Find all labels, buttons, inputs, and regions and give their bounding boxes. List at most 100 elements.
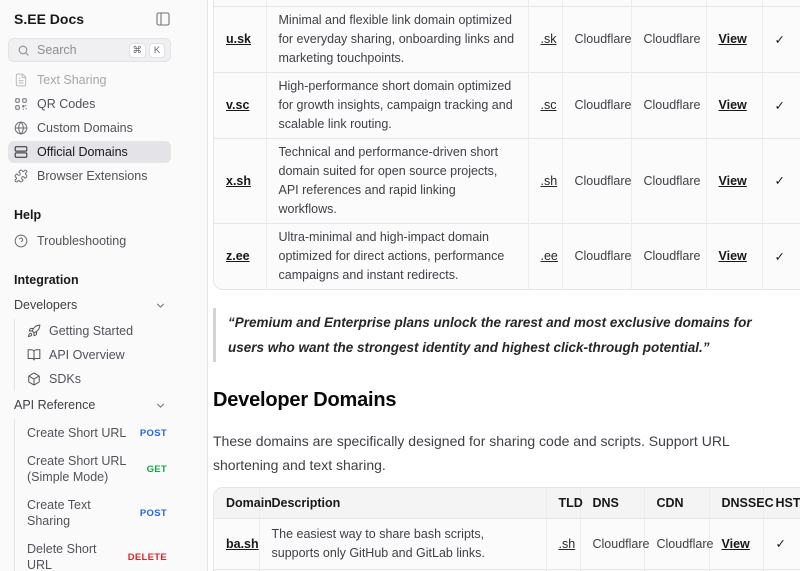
domain-link[interactable]: v.sc [226,98,249,112]
method-badge: GET [147,464,167,475]
domain-link[interactable]: u.sk [226,32,251,46]
group-label-text: Developers [14,298,77,312]
dns-value: Cloudflare [562,138,631,223]
app-title: S.EE Docs [14,11,84,27]
sidebar-item-label: Create Text Sharing [27,497,134,529]
sidebar-item-label: Official Domains [37,145,128,159]
sidebar-item-label: SDKs [49,372,81,386]
group-label-text: API Reference [14,398,95,412]
sidebar-item-browser-extensions[interactable]: Browser Extensions [8,165,171,187]
kbd-k: K [149,43,165,58]
dnssec-view-link[interactable]: View [722,537,750,551]
sidebar-item-create-short-url[interactable]: Create Short URL POST [23,419,171,447]
sidebar-item-sdks[interactable]: SDKs [23,367,171,391]
domain-description: Ultra-minimal and high-impact domain opt… [266,223,528,289]
api-reference-sub-list: Create Short URL POST Create Short URL (… [14,419,171,571]
dnssec-view-link[interactable]: View [719,174,747,188]
sidebar-item-qr-codes[interactable]: QR Codes [8,93,171,115]
column-header-tld: TLD [546,488,580,519]
column-header-domain: Domain [214,488,259,519]
search-placeholder: Search [37,43,126,57]
cdn-value: Cloudflare [631,72,706,138]
sidebar-item-label: API Overview [49,348,125,362]
group-api-reference[interactable]: API Reference [0,393,167,417]
help-circle-icon [14,234,28,248]
sidebar-item-official-domains[interactable]: Official Domains [8,141,171,163]
app-window: S.EE Docs Search ⌘ K Text Sharing QR Cod… [0,0,800,571]
column-header-dns: DNS [580,488,644,519]
sidebar-item-label: Text Sharing [37,73,106,87]
main-content: u.sk Minimal and flexible link domain op… [208,0,800,571]
sidebar-item-create-text-sharing[interactable]: Create Text Sharing POST [23,491,171,535]
hsts-check-icon: ✓ [763,518,800,569]
cdn-value: Cloudflare [631,6,706,72]
table-row: z.ee Ultra-minimal and high-impact domai… [214,223,800,289]
book-open-icon [27,348,41,362]
domain-description: High-performance short domain optimized … [266,72,528,138]
tld-link[interactable]: .sc [541,98,557,112]
sidebar-item-label: Getting Started [49,324,133,338]
dns-value: Cloudflare [562,72,631,138]
sidebar-toggle-icon[interactable] [155,11,171,27]
section-heading-help: Help [0,208,207,222]
column-header-cdn: CDN [644,488,709,519]
dnssec-view-link[interactable]: View [719,98,747,112]
sidebar-item-getting-started[interactable]: Getting Started [23,319,171,343]
file-text-icon [14,73,28,87]
domain-link[interactable]: x.sh [226,174,251,188]
search-input[interactable]: Search ⌘ K [8,38,171,62]
domain-link[interactable]: ba.sh [226,537,259,551]
dns-value: Cloudflare [562,6,631,72]
tld-link[interactable]: .ee [541,249,558,263]
sidebar-item-delete-short-url[interactable]: Delete Short URL DELETE [23,535,171,571]
sidebar-item-label: Custom Domains [37,121,133,135]
section-heading-integration: Integration [0,273,207,287]
globe-icon [14,121,28,135]
tld-link[interactable]: .sk [541,32,557,46]
domain-link[interactable]: z.ee [226,249,250,263]
table-row: x.sh Technical and performance-driven sh… [214,138,800,223]
kbd-command: ⌘ [129,43,147,58]
table-header-row: Domain Description TLD DNS CDN DNSSEC HS… [214,488,800,519]
tld-link[interactable]: .sh [541,174,558,188]
sidebar-item-create-short-url-simple[interactable]: Create Short URL (Simple Mode) GET [23,447,171,491]
chevron-down-icon [154,399,167,412]
domain-description: The easiest way to share bash scripts, s… [259,518,546,569]
page-title: Developer Domains [213,389,800,412]
official-domains-table: u.sk Minimal and flexible link domain op… [213,0,800,290]
cdn-value: Cloudflare [631,138,706,223]
method-badge: POST [140,428,167,439]
intro-paragraph: These domains are specifically designed … [213,429,793,477]
hsts-check-icon: ✓ [762,223,800,289]
column-header-dnssec: DNSSEC [709,488,763,519]
sidebar-item-text-sharing[interactable]: Text Sharing [8,69,171,91]
sidebar-item-api-overview[interactable]: API Overview [23,343,171,367]
sidebar-item-label: QR Codes [37,97,95,111]
dns-value: Cloudflare [562,223,631,289]
developers-sub-list: Getting Started API Overview SDKs [14,319,171,391]
sidebar-item-label: Create Short URL (Simple Mode) [27,453,135,485]
dns-value: Cloudflare [580,518,644,569]
sidebar-item-troubleshooting[interactable]: Troubleshooting [8,230,171,252]
column-header-description: Description [259,488,546,519]
developer-domains-table: Domain Description TLD DNS CDN DNSSEC HS… [213,487,800,571]
group-developers[interactable]: Developers [0,293,167,317]
primary-nav: Text Sharing QR Codes Custom Domains Off… [8,69,171,187]
cdn-value: Cloudflare [631,223,706,289]
method-badge: POST [140,508,167,519]
hsts-check-icon: ✓ [762,138,800,223]
rocket-icon [27,324,41,338]
sidebar-item-custom-domains[interactable]: Custom Domains [8,117,171,139]
tld-link[interactable]: .sh [559,537,576,551]
sidebar-item-label: Browser Extensions [37,169,147,183]
premium-quote: “Premium and Enterprise plans unlock the… [213,308,791,362]
dnssec-view-link[interactable]: View [719,32,747,46]
method-badge: DELETE [128,552,167,563]
sidebar: S.EE Docs Search ⌘ K Text Sharing QR Cod… [0,0,208,571]
table-row: u.sk Minimal and flexible link domain op… [214,6,800,72]
search-icon [17,44,30,57]
chevron-down-icon [154,299,167,312]
sidebar-item-label: Create Short URL [27,425,126,441]
dnssec-view-link[interactable]: View [719,249,747,263]
domain-description: Minimal and flexible link domain optimiz… [266,6,528,72]
